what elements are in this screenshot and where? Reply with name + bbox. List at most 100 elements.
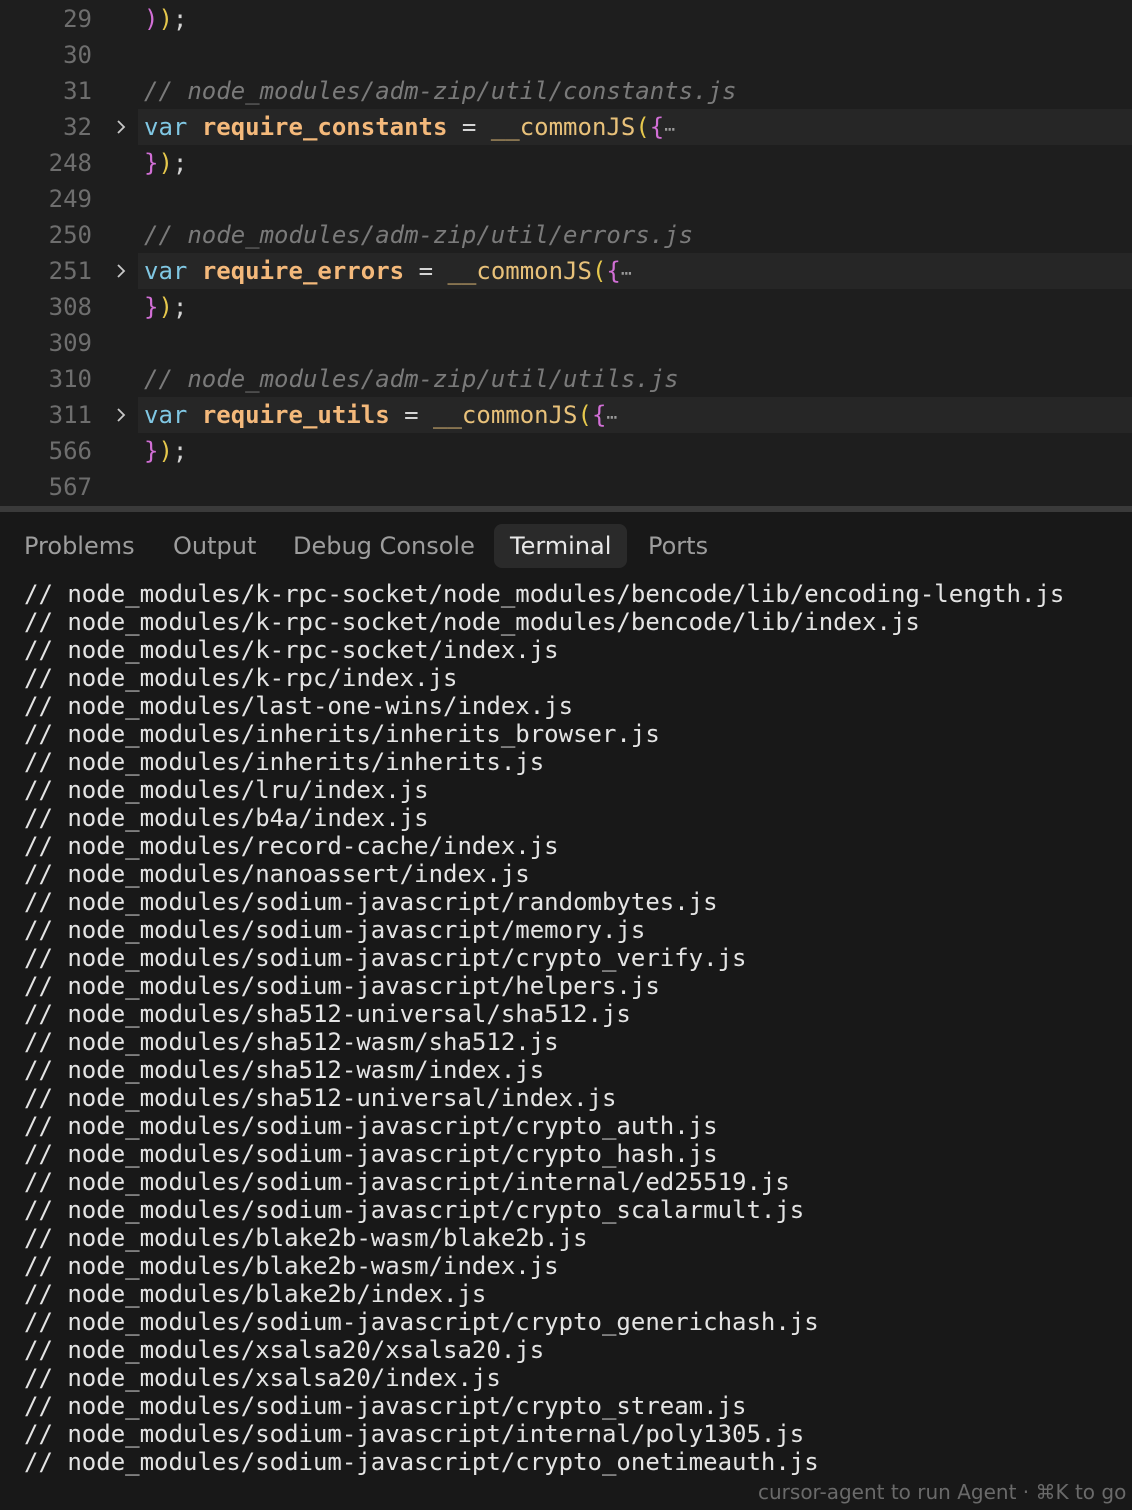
line-number: 566	[48, 437, 92, 465]
fold-chevron-right-icon[interactable]	[112, 262, 130, 280]
code-text: });	[144, 145, 187, 181]
line-number: 29	[63, 5, 92, 33]
terminal-output[interactable]: // node_modules/k-rpc-socket/node_module…	[24, 580, 1124, 1484]
code-keyword: var	[144, 401, 188, 429]
code-text: ));	[144, 1, 187, 37]
code-operator: =	[404, 401, 419, 429]
code-function: __commonJS	[490, 113, 636, 141]
code-brace: }	[144, 437, 159, 465]
line-number: 248	[48, 149, 92, 177]
terminal-line: // node_modules/xsalsa20/xsalsa20.js	[24, 1336, 545, 1364]
code-semicolon: ;	[172, 293, 188, 321]
terminal-line: // node_modules/sodium-javascript/crypto…	[24, 1140, 718, 1168]
fold-ellipsis: ⋯	[620, 263, 632, 284]
code-brace: }	[144, 149, 159, 177]
terminal-line: // node_modules/sodium-javascript/crypto…	[24, 1392, 747, 1420]
line-number: 309	[48, 329, 92, 357]
terminal-line: // node_modules/k-rpc-socket/node_module…	[24, 608, 920, 636]
editor-line[interactable]: 567	[0, 469, 1132, 505]
terminal-line: // node_modules/sha512-wasm/sha512.js	[24, 1028, 559, 1056]
editor-line[interactable]: 310 // node_modules/adm-zip/util/utils.js	[0, 361, 1132, 397]
line-number: 308	[48, 293, 92, 321]
fold-chevron-right-icon[interactable]	[112, 406, 130, 424]
code-identifier: require_constants	[201, 113, 448, 141]
terminal-line: // node_modules/sodium-javascript/crypto…	[24, 944, 747, 972]
terminal-line: // node_modules/sodium-javascript/intern…	[24, 1420, 805, 1448]
editor-line[interactable]: 309	[0, 325, 1132, 361]
editor-line[interactable]: 311 var require_utils = __commonJS({⋯	[0, 397, 1132, 433]
terminal-line: // node_modules/inherits/inherits.js	[24, 748, 545, 776]
code-keyword: var	[144, 257, 188, 285]
code-function: __commonJS	[433, 401, 578, 429]
terminal-line: // node_modules/b4a/index.js	[24, 804, 429, 832]
terminal-line: // node_modules/blake2b/index.js	[24, 1280, 487, 1308]
code-paren: )	[158, 437, 173, 465]
editor-line[interactable]: 30	[0, 37, 1132, 73]
editor-line[interactable]: 31 // node_modules/adm-zip/util/constants…	[0, 73, 1132, 109]
editor-line[interactable]: 32 var require_constants = __commonJS({⋯	[0, 109, 1132, 145]
code-brace: {	[591, 401, 607, 429]
terminal-line: // node_modules/sha512-universal/index.j…	[24, 1084, 617, 1112]
terminal-line: // node_modules/k-rpc-socket/node_module…	[24, 580, 1065, 608]
agent-hint-text: cursor-agent to run Agent · ⌘K to go	[758, 1480, 1127, 1504]
code-comment: // node_modules/adm-zip/util/errors.js	[144, 221, 694, 249]
tab-output[interactable]: Output	[157, 524, 272, 568]
line-number: 30	[63, 41, 92, 69]
code-paren: )	[158, 149, 173, 177]
line-number: 310	[48, 365, 92, 393]
code-paren: (	[635, 113, 650, 141]
terminal-line: // node_modules/blake2b-wasm/blake2b.js	[24, 1224, 588, 1252]
code-keyword: var	[144, 113, 188, 141]
code-identifier: require_utils	[201, 401, 390, 429]
terminal-line: // node_modules/k-rpc/index.js	[24, 664, 458, 692]
code-paren: (	[577, 401, 592, 429]
code-text: var require_errors = __commonJS({⋯	[144, 253, 632, 292]
editor-line[interactable]: 566});	[0, 433, 1132, 469]
editor-line[interactable]: 29));	[0, 1, 1132, 37]
bottom-panel: Problems Output Debug Console Terminal P…	[0, 512, 1132, 1496]
line-number: 31	[63, 77, 92, 105]
code-semicolon: ;	[172, 5, 188, 33]
fold-ellipsis: ⋯	[606, 407, 618, 428]
code-paren: (	[591, 257, 607, 285]
code-function: __commonJS	[447, 257, 592, 285]
code-paren: )	[158, 293, 173, 321]
code-paren: )	[158, 5, 173, 33]
code-identifier: require_errors	[201, 257, 405, 285]
tab-problems[interactable]: Problems	[8, 524, 151, 568]
code-text: // node_modules/adm-zip/util/constants.j…	[144, 73, 736, 109]
terminal-line: // node_modules/sodium-javascript/crypto…	[24, 1112, 718, 1140]
code-editor[interactable]: 29)); 30 31 // node_modules/adm-zip/util/co…	[0, 0, 1132, 506]
code-text: var require_constants = __commonJS({⋯	[144, 109, 675, 148]
code-operator: =	[418, 257, 434, 285]
editor-line[interactable]: 248});	[0, 145, 1132, 181]
line-number: 249	[48, 185, 92, 213]
code-comment: // node_modules/adm-zip/util/constants.j…	[144, 77, 737, 105]
tab-terminal[interactable]: Terminal	[494, 524, 628, 568]
terminal-line: // node_modules/sodium-javascript/crypto…	[24, 1308, 819, 1336]
fold-chevron-right-icon[interactable]	[112, 118, 130, 136]
editor-line[interactable]: 308});	[0, 289, 1132, 325]
tab-debug-console[interactable]: Debug Console	[277, 524, 491, 568]
code-brace: {	[649, 113, 665, 141]
terminal-line: // node_modules/record-cache/index.js	[24, 832, 559, 860]
terminal-line: // node_modules/lru/index.js	[24, 776, 429, 804]
terminal-line: // node_modules/xsalsa20/index.js	[24, 1364, 501, 1392]
editor-line[interactable]: 251 var require_errors = __commonJS({⋯	[0, 253, 1132, 289]
terminal-line: // node_modules/sha512-universal/sha512.…	[24, 1000, 631, 1028]
editor-line[interactable]: 250 // node_modules/adm-zip/util/errors.j…	[0, 217, 1132, 253]
terminal-line: // node_modules/sodium-javascript/helper…	[24, 972, 660, 1000]
editor-line[interactable]: 249	[0, 181, 1132, 217]
line-number: 311	[48, 401, 92, 429]
panel-tab-bar: Problems Output Debug Console Terminal P…	[0, 512, 1132, 572]
line-number: 32	[63, 113, 92, 141]
code-paren: )	[144, 5, 159, 33]
tab-ports[interactable]: Ports	[632, 524, 724, 568]
code-brace: }	[144, 293, 159, 321]
fold-ellipsis: ⋯	[664, 119, 676, 140]
